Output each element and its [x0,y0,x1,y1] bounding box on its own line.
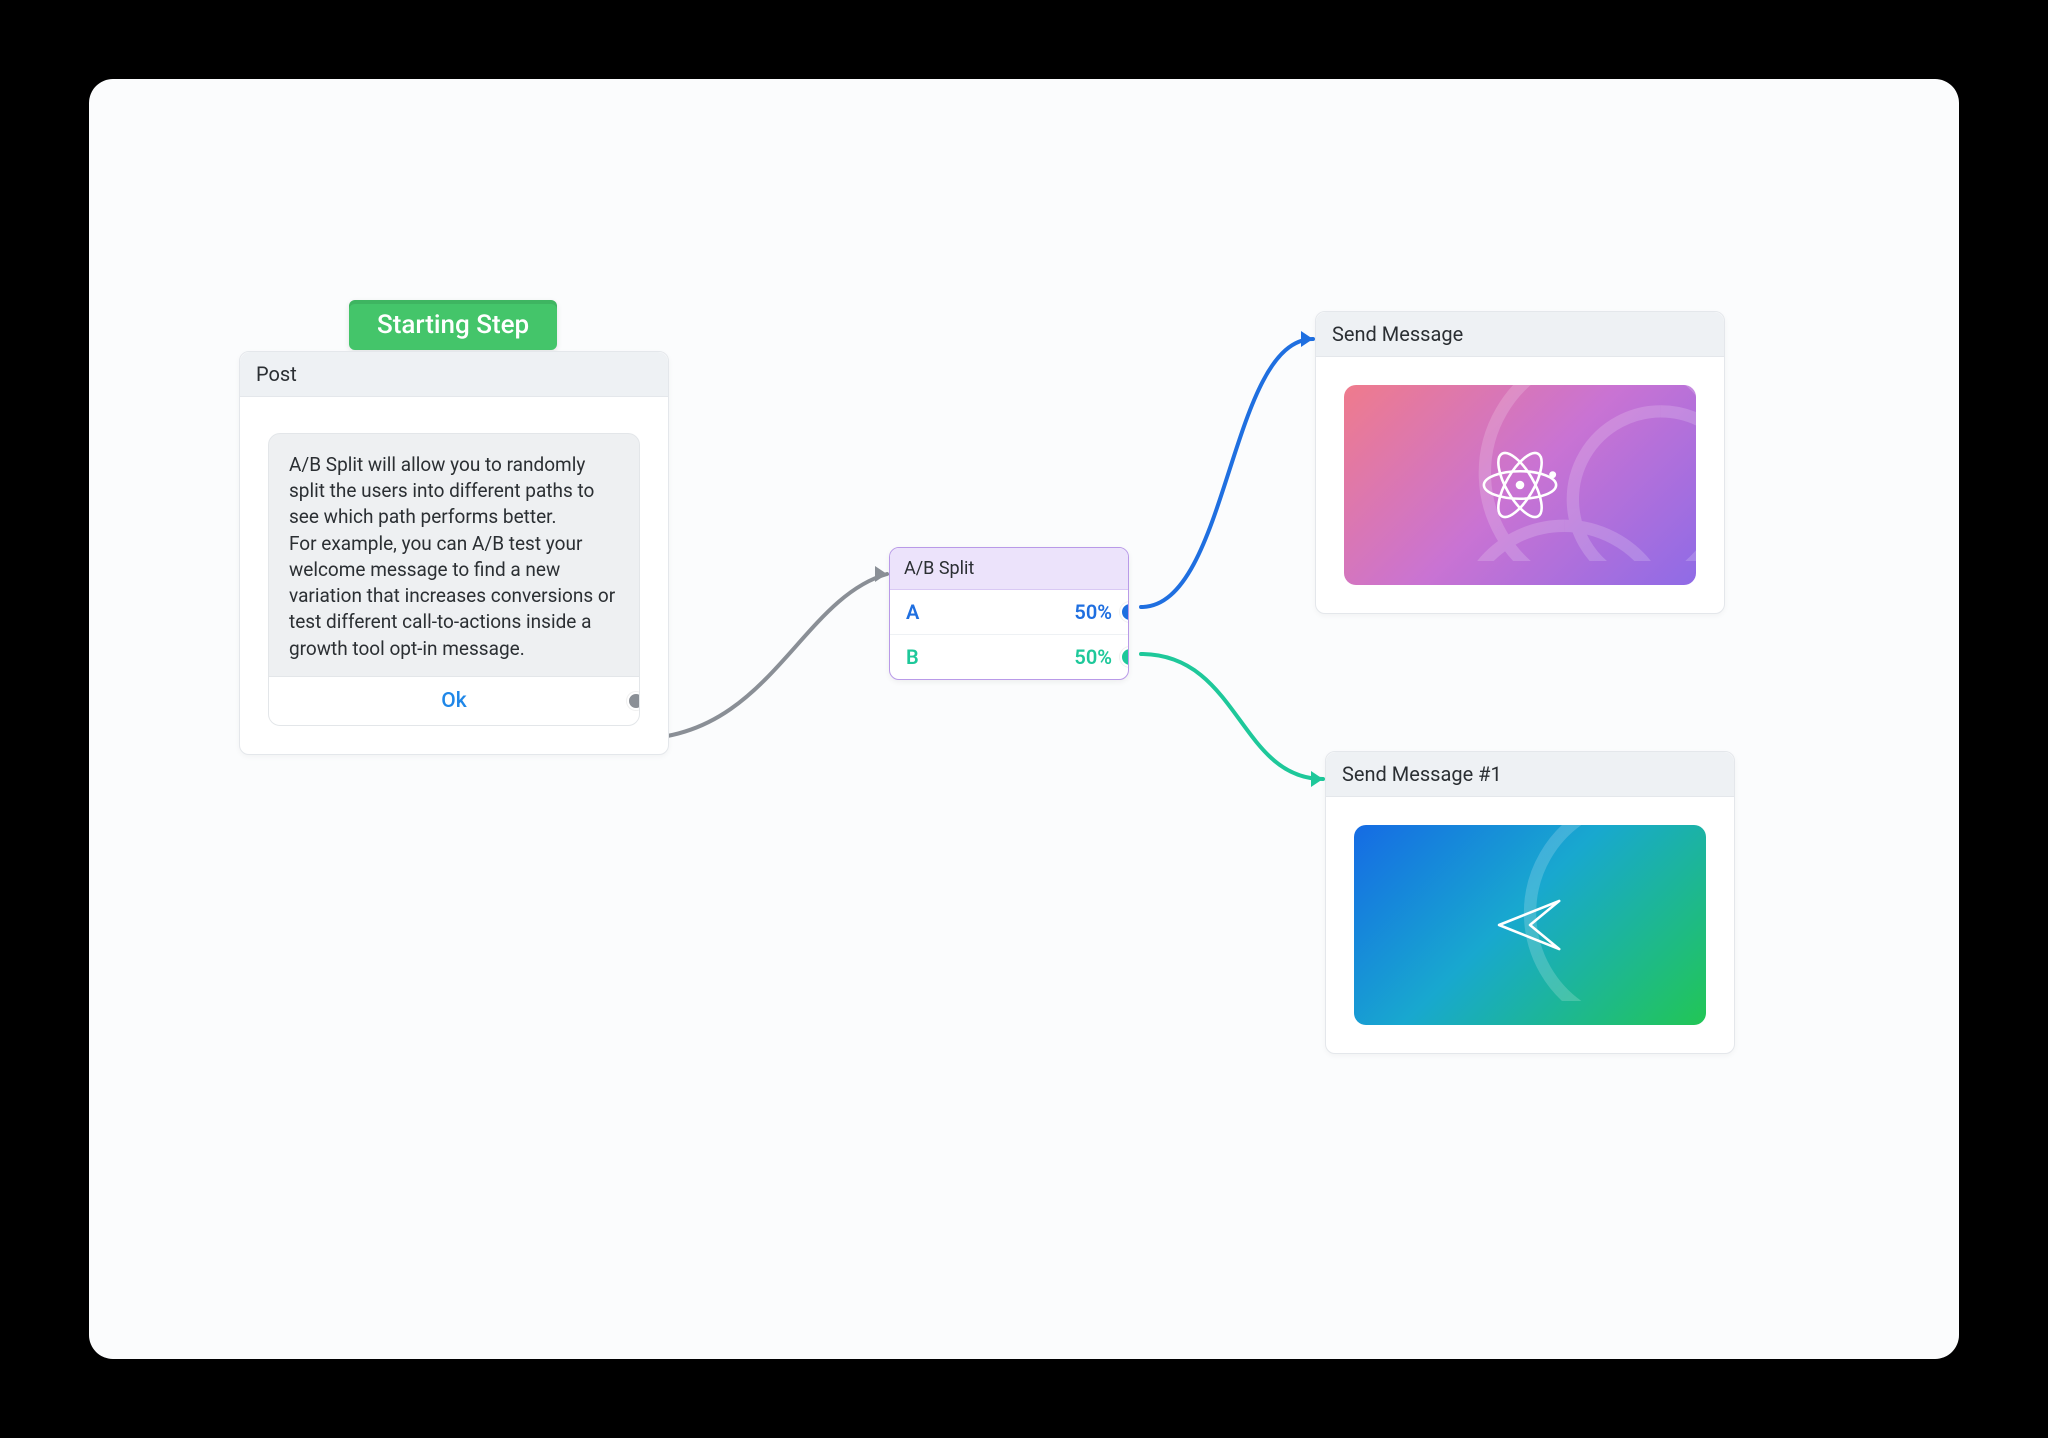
ab-row-a-value: 50% [1074,600,1112,624]
post-node-title: Post [256,362,297,386]
ab-split-header: A/B Split [890,548,1128,590]
flow-canvas[interactable]: Starting Step Post A/B Split will allow … [89,79,1959,1359]
send-message-a-body [1316,357,1724,613]
send-message-a-header: Send Message [1316,312,1724,357]
swirl-pattern-icon [1354,825,1706,1001]
ab-row-b[interactable]: B 50% [890,634,1128,679]
send-message-b-body [1326,797,1734,1053]
starting-step-label: Starting Step [377,310,529,340]
ab-split-title: A/B Split [904,558,974,579]
ab-row-a[interactable]: A 50% [890,590,1128,634]
send-message-a-node[interactable]: Send Message [1315,311,1725,614]
starting-step-badge: Starting Step [349,300,557,350]
post-bubble-text: A/B Split will allow you to randomly spl… [269,434,639,676]
ok-button-label: Ok [441,689,466,713]
post-bubble: A/B Split will allow you to randomly spl… [268,433,640,726]
ab-row-a-label: A [906,600,919,624]
ab-row-b-value: 50% [1074,645,1112,669]
post-node-header: Post [240,352,668,397]
ab-split-node[interactable]: A/B Split A 50% B 50% [889,547,1129,680]
ab-row-b-label: B [906,645,919,669]
ab-b-output-port[interactable] [1120,647,1129,667]
send-message-b-header: Send Message #1 [1326,752,1734,797]
send-message-b-title: Send Message #1 [1342,762,1502,786]
ok-button[interactable]: Ok [269,676,639,725]
plane-tile [1354,825,1706,1025]
swirl-pattern-icon [1344,385,1696,561]
post-node-body: A/B Split will allow you to randomly spl… [240,397,668,754]
post-node[interactable]: Post A/B Split will allow you to randoml… [239,351,669,755]
ab-a-output-port[interactable] [1120,602,1129,622]
atom-tile [1344,385,1696,585]
send-message-a-title: Send Message [1332,322,1463,346]
send-message-b-node[interactable]: Send Message #1 [1325,751,1735,1054]
ok-output-port[interactable] [627,692,640,710]
